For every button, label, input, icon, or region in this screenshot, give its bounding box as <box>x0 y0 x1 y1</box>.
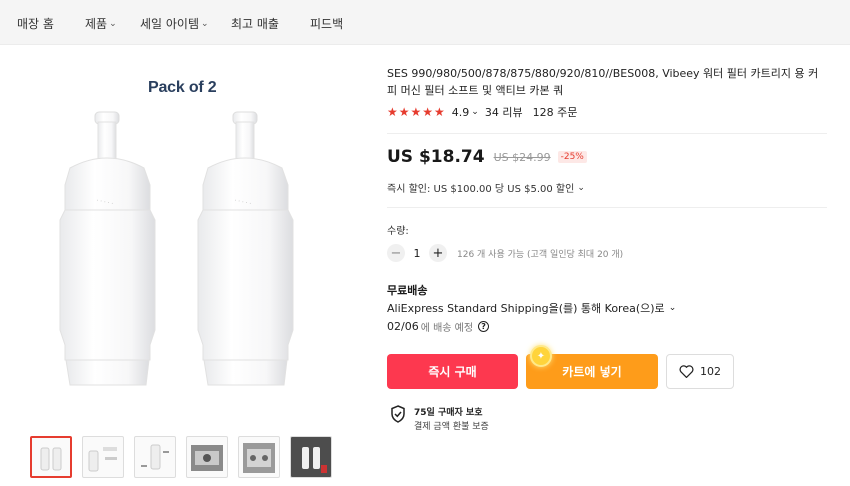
divider <box>387 207 827 208</box>
delivery-date: 02/06 <box>387 320 419 333</box>
buyer-protection: 75일 구매자 보호 결제 금액 환불 보증 <box>390 405 489 432</box>
nav-label: 피드백 <box>310 17 344 31</box>
nav-store-home[interactable]: 매장 홈 <box>17 15 54 32</box>
shield-check-icon <box>391 405 405 423</box>
quantity-label: 수량: <box>387 226 409 237</box>
thumbnail-1[interactable] <box>30 436 72 478</box>
discount-badge: -25% <box>557 151 587 163</box>
shipping-method[interactable]: AliExpress Standard Shipping을(를) 통해 Kore… <box>387 300 676 316</box>
coin-icon: ✦ <box>530 345 552 367</box>
chevron-down-icon: ⌄ <box>201 18 209 29</box>
thumbnail-6[interactable] <box>290 436 332 478</box>
coupon-row[interactable]: 즉시 할인: US $100.00 당 US $5.00 할인 ⌄ <box>387 180 585 196</box>
product-title: SES 990/980/500/878/875/880/920/810//BES… <box>387 67 819 97</box>
quantity-stepper: − 1 + 126 개 사용 가능 (고객 일인당 최대 20 개) <box>387 244 623 262</box>
delivery-estimate: 02/06 에 배송 예정 ? <box>387 319 490 334</box>
help-icon[interactable]: ? <box>478 321 490 332</box>
buy-now-button[interactable]: 즉시 구매 <box>387 354 518 389</box>
nav-products[interactable]: 제품 ⌄ <box>85 15 117 32</box>
quantity-decrease-button[interactable]: − <box>387 244 405 262</box>
rating-value[interactable]: 4.9 <box>452 106 470 119</box>
rating-row: ★★★★★ 4.9 ⌄ 34 리뷰 128 주문 <box>387 104 577 120</box>
chevron-down-icon: ⌄ <box>109 18 117 29</box>
chevron-down-icon: ⌄ <box>668 303 677 313</box>
wishlist-count: 102 <box>700 365 721 378</box>
nav-label: 매장 홈 <box>17 17 54 31</box>
orders-count: 128 주문 <box>532 106 578 119</box>
add-to-cart-label: 카트에 넣기 <box>562 365 622 379</box>
quantity-value[interactable]: 1 <box>405 247 429 260</box>
current-price: US $18.74 <box>387 147 485 167</box>
protection-subtitle: 결제 금액 환불 보증 <box>414 422 489 432</box>
thumbnail-3[interactable] <box>134 436 176 478</box>
buy-now-label: 즉시 구매 <box>428 365 477 379</box>
chevron-down-icon: ⌄ <box>577 182 585 193</box>
quantity-availability: 126 개 사용 가능 (고객 일인당 최대 20 개) <box>457 249 624 260</box>
nav-feedback[interactable]: 피드백 <box>310 15 343 32</box>
original-price: US $24.99 <box>493 150 551 164</box>
store-nav-bar: 매장 홈 제품 ⌄ 세일 아이템 ⌄ 최고 매출 피드백 <box>0 0 850 45</box>
reviews-count[interactable]: 34 리뷰 <box>485 104 523 120</box>
thumbnail-4[interactable] <box>186 436 228 478</box>
nav-sale-items[interactable]: 세일 아이템 ⌄ <box>140 15 209 32</box>
nav-label: 세일 아이템 <box>140 17 200 31</box>
thumbnail-5[interactable] <box>238 436 280 478</box>
thumbnail-2[interactable] <box>82 436 124 478</box>
pack-caption: Pack of 2 <box>148 79 217 96</box>
quantity-increase-button[interactable]: + <box>429 244 447 262</box>
star-rating-icon: ★★★★★ <box>387 105 446 119</box>
protection-title: 75일 구매자 보호 <box>414 408 483 418</box>
thumbnail-strip <box>30 436 332 478</box>
divider <box>387 133 827 134</box>
nav-top-selling[interactable]: 최고 매출 <box>231 15 279 32</box>
coupon-text: 즉시 할인: US $100.00 당 US $5.00 할인 <box>387 184 575 195</box>
nav-label: 제품 <box>85 17 108 31</box>
delivery-suffix: 에 배송 예정 <box>420 323 474 334</box>
wishlist-button[interactable]: 102 <box>666 354 734 389</box>
price-row: US $18.74 US $24.99 -25% <box>387 147 587 167</box>
shipping-title: 무료배송 <box>387 284 428 297</box>
main-product-image[interactable]: · · · · · · · · · · <box>30 60 360 424</box>
heart-icon <box>679 365 694 378</box>
chevron-down-icon: ⌄ <box>471 107 479 117</box>
nav-label: 최고 매출 <box>231 17 279 31</box>
shipping-method-text: AliExpress Standard Shipping을(를) 통해 Kore… <box>387 302 665 315</box>
